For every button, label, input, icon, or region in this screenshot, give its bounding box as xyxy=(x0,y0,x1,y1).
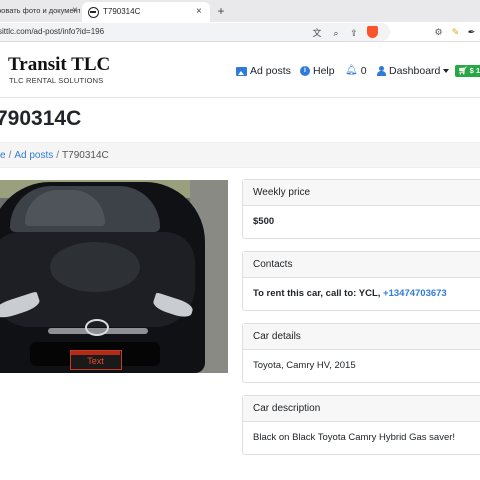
nav-ad-posts[interactable]: Ad posts xyxy=(236,64,291,78)
close-icon[interactable]: × xyxy=(72,3,82,19)
contacts-card: Contacts To rent this car, call to: YCL,… xyxy=(242,251,480,311)
plate-frame xyxy=(71,351,120,355)
image-icon xyxy=(236,66,247,76)
nav-notifications[interactable]: 🔔︎ 0 xyxy=(345,64,367,78)
license-plate: Text xyxy=(70,350,122,370)
info-icon: i xyxy=(300,66,310,77)
address-bar-url: sittlc.com/ad-post/info?id=196 xyxy=(0,27,105,36)
contacts-body: To rent this car, call to: YCL, +1347470… xyxy=(243,278,480,310)
nav-dashboard-label: Dashboard xyxy=(389,65,441,77)
address-bar[interactable]: sittlc.com/ad-post/info?id=196 文 ⌕ ⇪ xyxy=(0,23,390,41)
breadcrumb-separator: / xyxy=(56,150,60,161)
car-description-value: Black on Black Toyota Camry Hybrid Gas s… xyxy=(253,432,456,443)
breadcrumb-home[interactable]: e xyxy=(0,150,6,161)
contacts-lead: To rent this car, call to: YCL, xyxy=(253,288,381,299)
site-brand[interactable]: Transit TLC xyxy=(8,55,110,75)
bell-icon: 🔔︎ xyxy=(345,65,358,77)
user-icon xyxy=(377,66,386,77)
breadcrumb-current: T790314C xyxy=(62,150,109,161)
car-body xyxy=(0,182,205,373)
share-icon[interactable]: ⇪ xyxy=(348,26,360,40)
card-header: Car details xyxy=(243,324,480,350)
nav-help[interactable]: i Help xyxy=(300,64,335,78)
plate-text: Text xyxy=(87,356,104,366)
nav-dashboard[interactable]: Dashboard xyxy=(377,64,450,78)
breadcrumb-ad-posts[interactable]: Ad posts xyxy=(14,150,53,161)
card-header: Contacts xyxy=(243,252,480,278)
cart-badge[interactable]: 🛒︎ $ 1 xyxy=(455,65,480,77)
chevron-down-icon xyxy=(443,69,450,74)
hood-reflection xyxy=(50,242,140,292)
notifications-count: 0 xyxy=(360,65,367,77)
browser-toolbar: sittlc.com/ad-post/info?id=196 文 ⌕ ⇪ ⚙ ✎… xyxy=(0,22,480,42)
settings-icon[interactable]: ⚙ xyxy=(433,26,444,38)
browser-tab-active[interactable]: T790314C × xyxy=(82,2,210,22)
car-description-card: Car description Black on Black Toyota Ca… xyxy=(242,395,480,455)
pen-icon[interactable]: ✒ xyxy=(466,26,477,38)
browser-tab-inactive-title: ровать фото и документ xyxy=(0,6,80,15)
nav-ad-posts-label: Ad posts xyxy=(250,65,291,77)
new-tab-button[interactable]: + xyxy=(214,2,228,20)
car-photo[interactable]: Text xyxy=(0,180,228,373)
brave-shield-icon[interactable] xyxy=(367,26,378,38)
close-icon[interactable]: × xyxy=(196,2,202,22)
page-title: 790314C xyxy=(0,107,82,130)
weekly-price-value: $500 xyxy=(253,216,275,227)
translate-icon[interactable]: 文 xyxy=(311,26,323,40)
nav-help-label: Help xyxy=(313,65,335,77)
extension-icon[interactable]: ✎ xyxy=(450,26,461,38)
breadcrumb-separator: / xyxy=(8,150,12,161)
steering-wheel-icon xyxy=(88,7,99,18)
browser-tab-active-title: T790314C xyxy=(103,7,141,16)
weekly-price-card: Weekly price $500 xyxy=(242,179,480,239)
toyota-logo-icon xyxy=(85,319,109,336)
breadcrumb: e / Ad posts / T790314C xyxy=(0,142,480,168)
car-details-card: Car details Toyota, Camry HV, 2015 xyxy=(242,323,480,383)
car-details-value: Toyota, Camry HV, 2015 xyxy=(253,360,356,371)
site-navbar: Transit TLC TLC RENTAL SOLUTIONS Ad post… xyxy=(0,42,480,98)
card-header: Weekly price xyxy=(243,180,480,206)
contact-phone-link[interactable]: +13474703673 xyxy=(383,288,447,299)
browser-tab-inactive[interactable]: ровать фото и документ xyxy=(0,3,80,19)
zoom-icon[interactable]: ⌕ xyxy=(330,26,342,40)
site-tagline: TLC RENTAL SOLUTIONS xyxy=(9,76,104,85)
card-header: Car description xyxy=(243,396,480,422)
cart-label: $ 1 xyxy=(469,66,480,75)
cart-icon: 🛒︎ xyxy=(458,66,468,75)
browser-tab-strip: ровать фото и документ × T790314C × + xyxy=(0,0,480,22)
